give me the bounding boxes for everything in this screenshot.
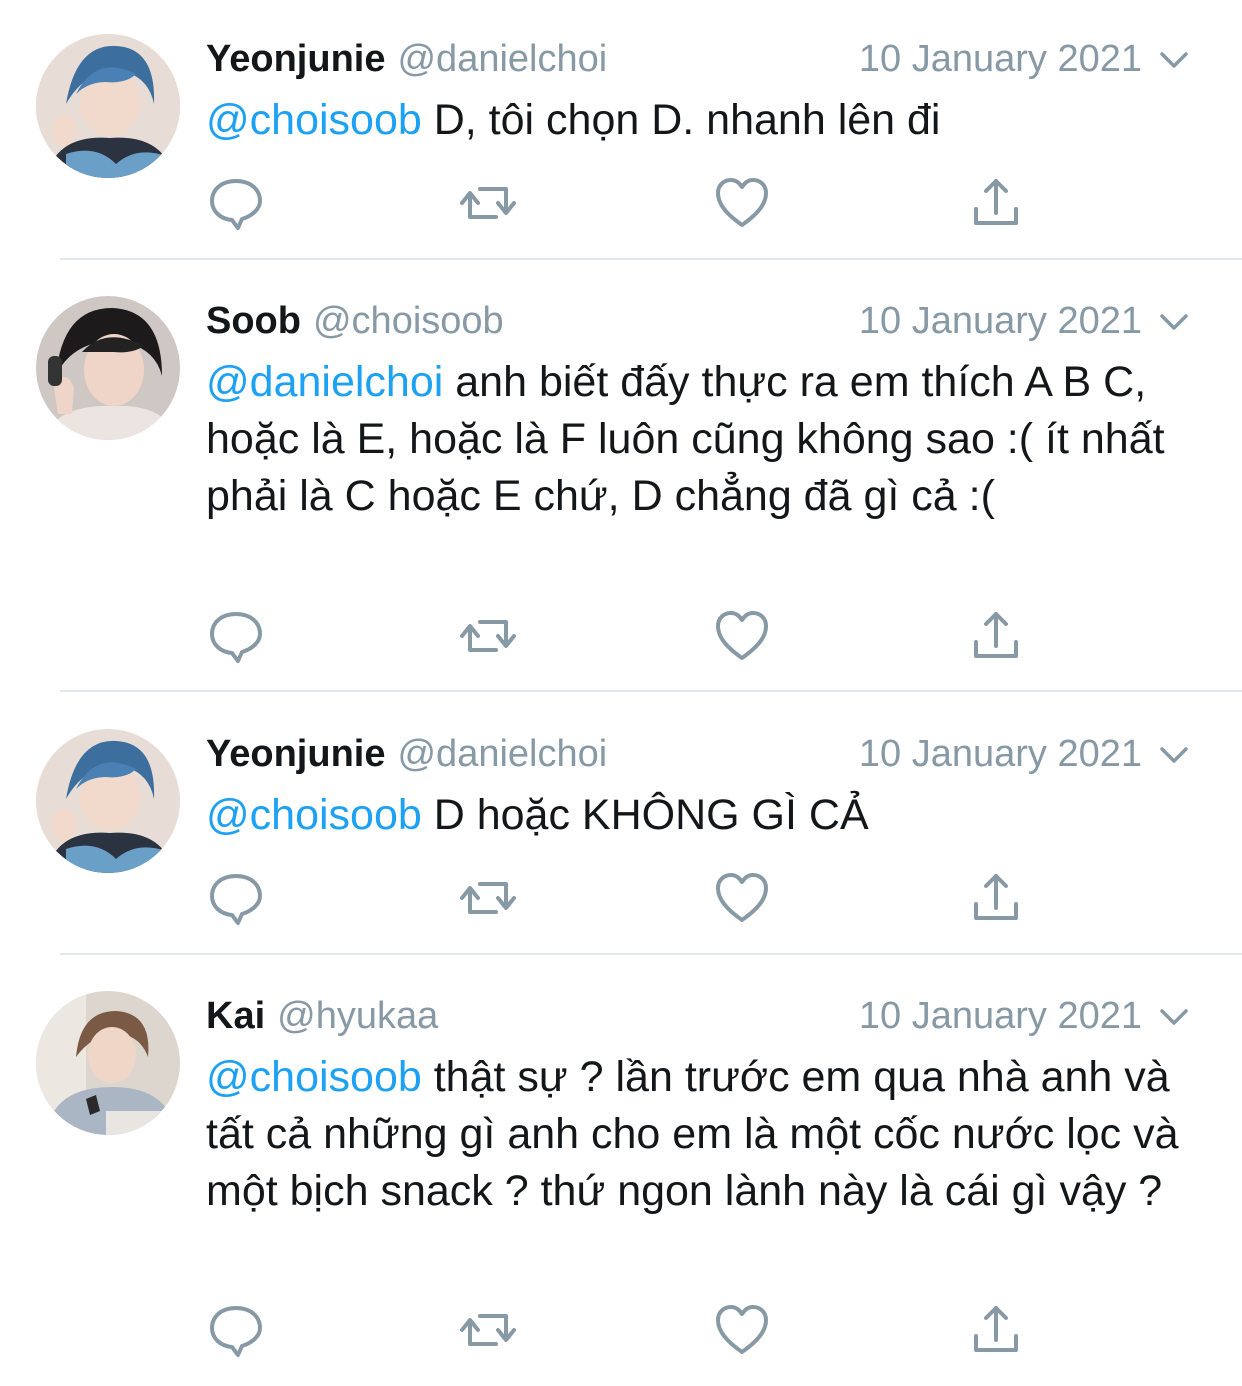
reply-icon: [210, 179, 262, 230]
author-handle[interactable]: @choisoob: [313, 300, 504, 342]
share-button[interactable]: [966, 870, 1026, 926]
tweet-actions: [206, 175, 1056, 231]
author-name[interactable]: Soob: [206, 300, 301, 342]
chevron-down-icon[interactable]: [1156, 304, 1192, 340]
avatar[interactable]: [36, 991, 180, 1135]
retweet-icon: [460, 620, 516, 652]
share-icon: [974, 1306, 1018, 1352]
like-button[interactable]: [712, 870, 772, 926]
author-name[interactable]: Yeonjunie: [206, 733, 385, 775]
share-icon: [974, 179, 1018, 225]
reply-button[interactable]: [206, 175, 266, 231]
retweet-icon: [460, 882, 516, 914]
divider: [60, 953, 1242, 955]
tweet-date[interactable]: 10 January 2021: [859, 34, 1142, 84]
chevron-down-icon[interactable]: [1156, 999, 1192, 1035]
mention-link[interactable]: @danielchoi: [206, 358, 443, 406]
author-handle[interactable]: @danielchoi: [397, 38, 607, 80]
reply-icon: [210, 1306, 262, 1357]
share-button[interactable]: [966, 608, 1026, 664]
share-icon: [974, 874, 1018, 920]
tweet-actions: [206, 870, 1056, 926]
share-icon: [974, 612, 1018, 658]
retweet-icon: [460, 1314, 516, 1346]
tweet-date[interactable]: 10 January 2021: [859, 729, 1142, 779]
mention-link[interactable]: @choisoob: [206, 96, 422, 144]
reply-button[interactable]: [206, 1302, 266, 1358]
retweet-button[interactable]: [458, 1302, 518, 1358]
avatar[interactable]: [36, 729, 180, 873]
divider: [60, 690, 1242, 692]
like-button[interactable]: [712, 175, 772, 231]
reply-icon: [210, 612, 262, 663]
tweet-text: @choisoob D hoặc KHÔNG GÌ CẢ: [206, 787, 1196, 844]
tweet-actions: [206, 608, 1056, 664]
tweet-text: @danielchoi anh biết đấy thực ra em thíc…: [206, 354, 1181, 525]
share-button[interactable]: [966, 1302, 1026, 1358]
heart-icon: [716, 178, 768, 227]
retweet-button[interactable]: [458, 175, 518, 231]
like-button[interactable]: [712, 608, 772, 664]
reply-button[interactable]: [206, 608, 266, 664]
author-name[interactable]: Kai: [206, 995, 265, 1037]
author-handle[interactable]: @danielchoi: [397, 733, 607, 775]
heart-icon: [716, 1305, 768, 1354]
author-name[interactable]: Yeonjunie: [206, 38, 385, 80]
tweet-text: @choisoob thật sự ? lần trước em qua nhà…: [206, 1049, 1206, 1220]
retweet-button[interactable]: [458, 870, 518, 926]
reply-button[interactable]: [206, 870, 266, 926]
avatar[interactable]: [36, 296, 180, 440]
tweet-date[interactable]: 10 January 2021: [859, 991, 1142, 1041]
reply-icon: [210, 874, 262, 925]
author-handle[interactable]: @hyukaa: [277, 995, 438, 1037]
share-button[interactable]: [966, 175, 1026, 231]
tweet-text-body: D hoặc KHÔNG GÌ CẢ: [421, 791, 869, 839]
mention-link[interactable]: @choisoob: [206, 791, 422, 839]
tweet-text: @choisoob D, tôi chọn D. nhanh lên đi: [206, 92, 1196, 149]
retweet-button[interactable]: [458, 608, 518, 664]
tweet-text-body: D, tôi chọn D. nhanh lên đi: [421, 96, 941, 144]
like-button[interactable]: [712, 1302, 772, 1358]
tweet-date[interactable]: 10 January 2021: [859, 296, 1142, 346]
divider: [60, 258, 1242, 260]
heart-icon: [716, 611, 768, 660]
chevron-down-icon[interactable]: [1156, 737, 1192, 773]
tweet-actions: [206, 1302, 1056, 1358]
chevron-down-icon[interactable]: [1156, 42, 1192, 78]
mention-link[interactable]: @choisoob: [206, 1053, 422, 1101]
heart-icon: [716, 873, 768, 922]
retweet-icon: [460, 187, 516, 219]
avatar[interactable]: [36, 34, 180, 178]
